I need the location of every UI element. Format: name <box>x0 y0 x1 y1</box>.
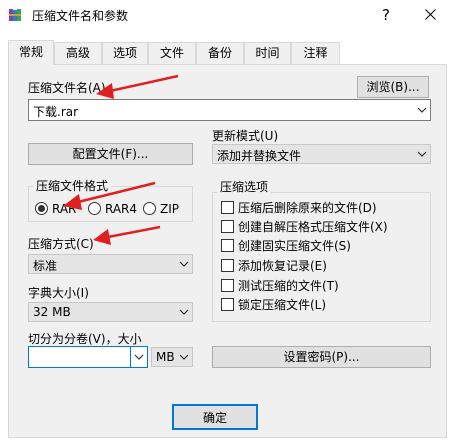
ok-button[interactable]: 确定 <box>172 404 258 430</box>
dictionary-size-label: 字典大小(I) <box>28 286 89 300</box>
tab-backup[interactable]: 备份 <box>196 42 244 64</box>
dictionary-size-value: 32 MB <box>33 305 71 319</box>
dictionary-size-select[interactable]: 32 MB <box>28 302 193 322</box>
option-create-sfx[interactable]: 创建自解压格式压缩文件(X) <box>221 219 426 235</box>
help-button[interactable]: ? <box>372 4 400 26</box>
format-zip-radio[interactable] <box>143 202 156 215</box>
archive-name-label: 压缩文件名(A) <box>28 81 106 95</box>
tab-files[interactable]: 文件 <box>148 42 196 64</box>
format-rar-option[interactable]: RAR <box>35 201 77 217</box>
compression-method-select[interactable]: 标准 <box>28 254 193 274</box>
format-rar-radio[interactable] <box>35 202 48 215</box>
format-rar4-radio[interactable] <box>88 202 101 215</box>
format-zip-option[interactable]: ZIP <box>143 201 181 217</box>
split-unit-select[interactable]: MB <box>151 347 193 367</box>
option-solid-archive[interactable]: 创建固实压缩文件(S) <box>221 238 426 254</box>
profiles-button[interactable]: 配置文件(F)... <box>28 143 193 165</box>
lock-archive-checkbox[interactable] <box>221 298 234 311</box>
create-sfx-checkbox[interactable] <box>221 220 234 233</box>
delete-after-checkbox[interactable] <box>221 201 234 214</box>
winrar-books-icon <box>8 7 24 23</box>
recovery-record-checkbox[interactable] <box>221 259 234 272</box>
chevron-down-icon <box>179 261 189 267</box>
test-files-checkbox[interactable] <box>221 279 234 292</box>
close-button[interactable] <box>412 4 448 26</box>
format-zip-label: ZIP <box>160 202 179 216</box>
compression-method-value: 标准 <box>33 259 58 273</box>
browse-button[interactable]: 浏览(B)... <box>357 76 429 98</box>
update-mode-select[interactable]: 添加并替换文件 <box>212 144 431 164</box>
format-rar4-option[interactable]: RAR4 <box>88 201 138 217</box>
set-password-button[interactable]: 设置密码(P)... <box>212 346 431 368</box>
format-rar-label: RAR <box>52 202 77 216</box>
chevron-down-icon <box>179 309 189 315</box>
window-title: 压缩文件名和参数 <box>32 9 129 23</box>
archive-name-input[interactable]: 下载.rar <box>28 99 431 121</box>
solid-archive-checkbox[interactable] <box>221 239 234 252</box>
format-rar4-label: RAR4 <box>105 202 138 216</box>
split-volumes-label: 切分为分卷(V)，大小 <box>28 332 142 346</box>
tab-comment[interactable]: 注释 <box>291 42 340 64</box>
chevron-down-icon <box>179 354 189 360</box>
option-test-files[interactable]: 测试压缩的文件(T) <box>221 278 426 294</box>
tab-advanced[interactable]: 高级 <box>54 42 102 64</box>
archive-name-value: 下载.rar <box>33 105 79 119</box>
close-icon <box>424 9 436 20</box>
option-recovery-record[interactable]: 添加恢复记录(E) <box>221 258 426 274</box>
archive-format-title: 压缩文件格式 <box>33 179 112 193</box>
option-lock-archive[interactable]: 锁定压缩文件(L) <box>221 297 426 313</box>
test-files-label: 测试压缩的文件(T) <box>238 279 339 293</box>
delete-after-label: 压缩后删除原来的文件(D) <box>238 201 377 215</box>
chevron-down-icon <box>417 151 427 157</box>
option-delete-after[interactable]: 压缩后删除原来的文件(D) <box>221 200 426 216</box>
archive-options-title: 压缩选项 <box>217 180 272 194</box>
recovery-record-label: 添加恢复记录(E) <box>238 259 327 273</box>
compression-method-label: 压缩方式(C) <box>28 237 94 251</box>
tab-options[interactable]: 选项 <box>102 42 148 64</box>
lock-archive-label: 锁定压缩文件(L) <box>238 298 327 312</box>
split-size-input[interactable] <box>28 346 148 368</box>
split-unit-value: MB <box>156 350 175 364</box>
solid-archive-label: 创建固实压缩文件(S) <box>238 239 351 253</box>
update-mode-label: 更新模式(U) <box>212 129 279 143</box>
tab-time[interactable]: 时间 <box>244 42 291 64</box>
update-mode-value: 添加并替换文件 <box>217 149 302 163</box>
create-sfx-label: 创建自解压格式压缩文件(X) <box>238 220 388 234</box>
chevron-down-icon[interactable] <box>134 353 144 361</box>
chevron-down-icon[interactable] <box>417 106 427 114</box>
tab-general[interactable]: 常规 <box>8 40 54 65</box>
